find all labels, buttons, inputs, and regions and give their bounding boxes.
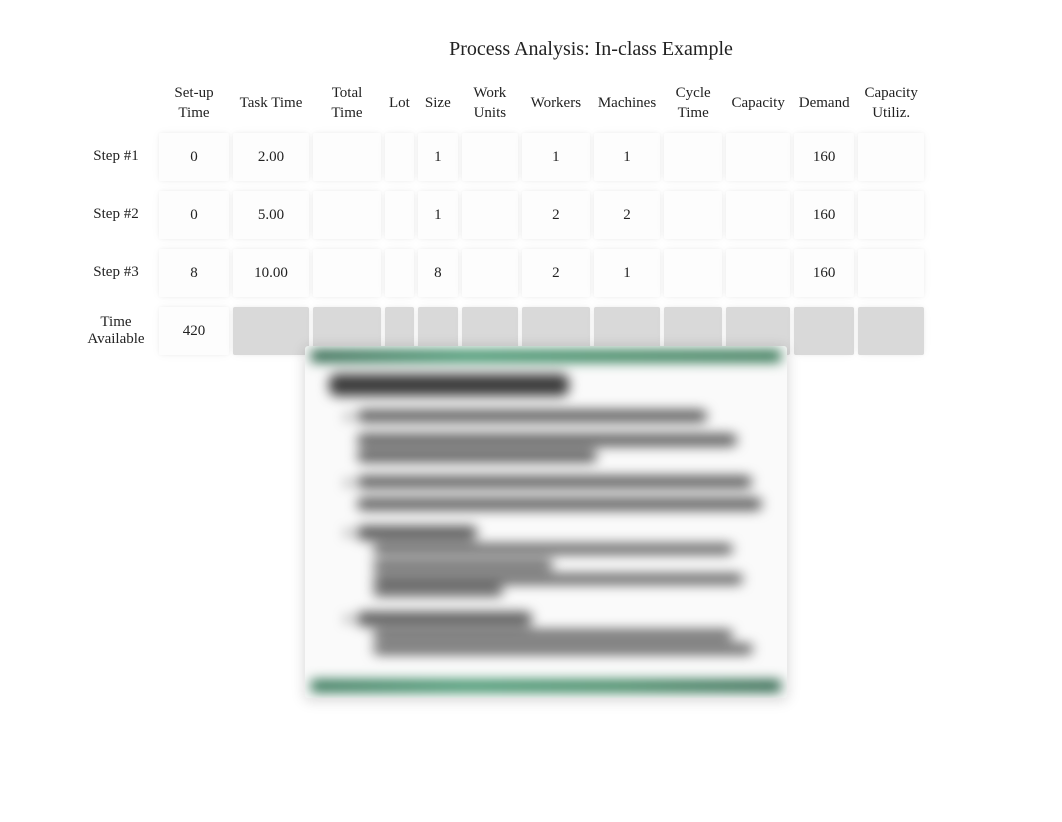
blur-line: [357, 476, 752, 488]
bullet-icon: [345, 414, 351, 420]
cell-step3-task: 10.00: [233, 249, 309, 297]
row-label-step2: Step #2: [75, 186, 157, 244]
cell-step2-util: [858, 191, 924, 239]
cell-step3-total: [313, 249, 381, 297]
bullet-icon: [345, 616, 351, 622]
cell-step3-machines: 1: [594, 249, 660, 297]
cell-step1-lot: [385, 133, 414, 181]
cell-step1-cycle: [664, 133, 722, 181]
blur-line: [373, 574, 743, 584]
header-size: Size: [416, 79, 460, 128]
cell-step1-total: [313, 133, 381, 181]
cell-step2-machines: 2: [594, 191, 660, 239]
header-workers: Workers: [520, 79, 592, 128]
blur-line: [373, 560, 553, 570]
blur-line: [357, 450, 597, 462]
cell-step1-machines: 1: [594, 133, 660, 181]
cell-time-util: [858, 307, 924, 355]
header-work: Work Units: [460, 79, 520, 128]
cell-step2-work: [462, 191, 518, 239]
cell-step2-total: [313, 191, 381, 239]
blur-line: [357, 526, 477, 540]
slide-heading-blur: [329, 374, 569, 396]
blur-line: [357, 434, 737, 446]
cell-step1-size: 1: [418, 133, 458, 181]
cell-step2-cycle: [664, 191, 722, 239]
header-machines: Machines: [592, 79, 662, 128]
cell-step3-workers: 2: [522, 249, 590, 297]
blur-line: [357, 498, 762, 510]
cell-step3-demand: 160: [794, 249, 854, 297]
bullet-icon: [345, 480, 351, 486]
header-util: Capacity Utiliz.: [856, 79, 926, 128]
header-cycle: Cycle Time: [662, 79, 724, 128]
header-capacity: Capacity: [724, 79, 792, 128]
cell-step2-size: 1: [418, 191, 458, 239]
header-setup: Set-up Time: [157, 79, 231, 128]
header-task: Task Time: [231, 79, 311, 128]
cell-step2-workers: 2: [522, 191, 590, 239]
table-row: Step #2 0 5.00 1 2 2 160: [75, 186, 926, 244]
header-blank: [75, 79, 157, 128]
cell-time-setup: 420: [159, 307, 229, 355]
blur-line: [373, 630, 733, 640]
header-lot: Lot: [383, 79, 416, 128]
slide-bottom-bar: [311, 680, 781, 692]
cell-time-demand: [794, 307, 854, 355]
row-label-time: Time Available: [75, 302, 157, 360]
table-header-row: Set-up Time Task Time Total Time Lot Siz…: [75, 79, 926, 128]
blurred-slide-preview: [305, 346, 787, 698]
cell-step3-size: 8: [418, 249, 458, 297]
slide-top-bar: [311, 350, 781, 362]
row-label-step3: Step #3: [75, 244, 157, 302]
cell-step3-util: [858, 249, 924, 297]
blur-line: [357, 410, 707, 422]
cell-step1-task: 2.00: [233, 133, 309, 181]
blur-line: [373, 586, 503, 596]
cell-step2-lot: [385, 191, 414, 239]
cell-step1-setup: 0: [159, 133, 229, 181]
cell-time-task: [233, 307, 309, 355]
cell-step1-demand: 160: [794, 133, 854, 181]
blur-line: [373, 544, 733, 554]
cell-step2-capacity: [726, 191, 790, 239]
cell-step2-setup: 0: [159, 191, 229, 239]
cell-step3-capacity: [726, 249, 790, 297]
cell-step1-capacity: [726, 133, 790, 181]
analysis-table: Set-up Time Task Time Total Time Lot Siz…: [75, 79, 926, 360]
cell-step1-work: [462, 133, 518, 181]
cell-step1-workers: 1: [522, 133, 590, 181]
page-title: Process Analysis: In-class Example: [0, 38, 1062, 61]
cell-step2-demand: 160: [794, 191, 854, 239]
table-row: Step #1 0 2.00 1 1 1 160: [75, 128, 926, 186]
header-demand: Demand: [792, 79, 856, 128]
cell-step3-work: [462, 249, 518, 297]
bullet-icon: [345, 530, 351, 536]
table-row: Step #3 8 10.00 8 2 1 160: [75, 244, 926, 302]
blur-line: [373, 644, 753, 654]
header-total: Total Time: [311, 79, 383, 128]
cell-step3-lot: [385, 249, 414, 297]
cell-step2-task: 5.00: [233, 191, 309, 239]
cell-step3-cycle: [664, 249, 722, 297]
row-label-step1: Step #1: [75, 128, 157, 186]
blur-line: [357, 612, 532, 626]
cell-step1-util: [858, 133, 924, 181]
cell-step3-setup: 8: [159, 249, 229, 297]
